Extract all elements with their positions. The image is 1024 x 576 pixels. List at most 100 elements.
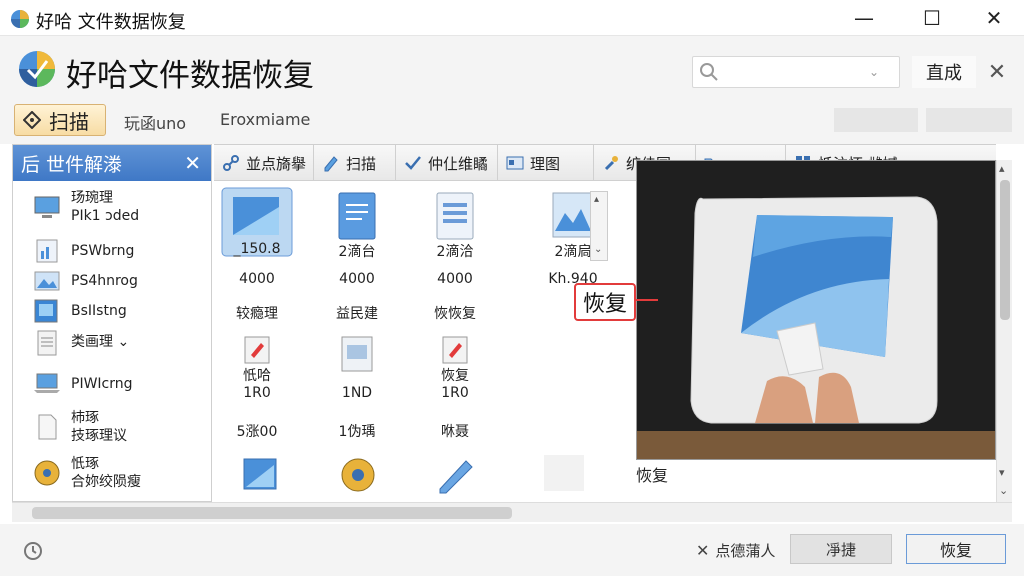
done-button[interactable]: 直成 bbox=[912, 56, 976, 88]
file-name: 忯哈 bbox=[243, 368, 271, 384]
faded-file-icon bbox=[544, 455, 584, 491]
tab-settings[interactable]: 並点旖擧 bbox=[214, 145, 314, 181]
image-file-icon[interactable] bbox=[240, 455, 280, 495]
file-item[interactable]: 恢复 1R0 咻聂 bbox=[412, 331, 498, 441]
left-panel-header: 后 世件解漛 ✕ bbox=[13, 145, 211, 181]
toolbar-placeholder-button[interactable] bbox=[834, 108, 918, 132]
file-icon bbox=[38, 414, 57, 440]
sidebar-item-sublabel: PIk1 ɔded bbox=[71, 208, 140, 224]
refresh-icon[interactable] bbox=[22, 540, 44, 562]
list-file-icon bbox=[436, 192, 474, 240]
file-name: 2滴洽 bbox=[436, 244, 474, 260]
search-icon bbox=[700, 63, 718, 81]
image-file-icon bbox=[341, 336, 373, 372]
monitor-icon bbox=[34, 196, 60, 218]
preview-image bbox=[636, 160, 996, 460]
file-size: 4000 bbox=[339, 271, 375, 287]
file-label: 5涨00 bbox=[236, 424, 278, 440]
sidebar-item[interactable]: 忯琢 合妳绞陨瘦 bbox=[13, 453, 211, 493]
close-icon[interactable]: ✕ bbox=[184, 151, 201, 175]
close-panel-button[interactable]: ✕ bbox=[984, 58, 1010, 86]
sidebar-item-label: PS4hnrog bbox=[71, 273, 138, 289]
file-item[interactable]: 忯哈 1R0 5涨00 bbox=[214, 331, 300, 441]
scroll-up-icon[interactable]: ▴ bbox=[999, 162, 1005, 175]
scrollbar-thumb[interactable] bbox=[32, 507, 512, 519]
file-name: 恢复 bbox=[441, 368, 469, 384]
horizontal-scrollbar[interactable] bbox=[12, 502, 1012, 522]
file-item[interactable]: 2滴台 4000 益民建 bbox=[314, 185, 400, 325]
tab-label: 扫描 bbox=[346, 154, 377, 173]
sidebar-item[interactable]: PSWbrng bbox=[13, 237, 211, 265]
app-logo-icon bbox=[19, 51, 55, 87]
chevron-down-icon[interactable]: ⌄ bbox=[999, 484, 1008, 497]
left-panel: 后 世件解漛 ✕ 玚琬理 PIk1 ɔded PSWbrng PS4hnrog … bbox=[12, 144, 212, 502]
file-label: 益民建 bbox=[336, 306, 378, 322]
clear-label: 点德蒲人 bbox=[715, 542, 776, 560]
toolbar-link-1[interactable]: 玩函uno bbox=[124, 110, 186, 134]
image-icon bbox=[506, 156, 524, 170]
tab-verify[interactable]: 仲仩维瞲 bbox=[396, 145, 498, 181]
secondary-button[interactable]: 凈捷 bbox=[790, 534, 892, 564]
check-icon bbox=[405, 156, 421, 170]
mini-scrollbar[interactable]: ▴ ⌄ bbox=[590, 191, 608, 261]
wrench-icon bbox=[604, 156, 618, 171]
chevron-down-icon: ⌄ bbox=[594, 244, 603, 255]
scroll-up-icon: ▴ bbox=[594, 194, 600, 205]
title-bar: 好哈 文件数据恢复 — ☐ ✕ bbox=[0, 0, 1024, 36]
sidebar-item-label: BsIIstng bbox=[71, 303, 127, 319]
file-label: 恢恢复 bbox=[434, 306, 476, 322]
sidebar-item[interactable]: BsIIstng bbox=[13, 297, 211, 325]
chart-file-icon bbox=[36, 239, 58, 263]
close-icon: ✕ bbox=[985, 6, 1003, 30]
window-title: 好哈 文件数据恢复 bbox=[36, 12, 186, 33]
minimize-icon: — bbox=[854, 6, 874, 30]
file-size: 1ND bbox=[341, 385, 373, 401]
callout-pointer bbox=[634, 299, 658, 301]
sidebar-item[interactable]: 玚琬理 PIk1 ɔded bbox=[13, 187, 211, 227]
maximize-icon: ☐ bbox=[923, 6, 941, 30]
vertical-scrollbar[interactable]: ▴ ▾ ⌄ bbox=[996, 160, 1012, 502]
restore-callout: 恢复 bbox=[574, 283, 636, 321]
tab-image[interactable]: 理图 bbox=[498, 145, 594, 181]
sidebar-item[interactable]: PIWIcrng bbox=[13, 367, 211, 399]
toolbar-link-2[interactable]: Eroxmiame bbox=[220, 110, 310, 129]
clear-button[interactable]: ✕ 点德蒲人 bbox=[696, 540, 775, 561]
preview-photo bbox=[637, 161, 995, 459]
edit-file-icon[interactable] bbox=[436, 455, 476, 495]
file-size: 1R0 bbox=[441, 385, 469, 401]
close-icon: ✕ bbox=[696, 541, 710, 560]
sidebar-item[interactable]: PS4hnrog bbox=[13, 267, 211, 295]
scrollbar-thumb[interactable] bbox=[1000, 180, 1010, 320]
search-input[interactable]: ⌄ bbox=[692, 56, 900, 88]
file-name: 2滴台 bbox=[338, 244, 376, 260]
file-item[interactable]: 2滴洽 4000 恢恢复 bbox=[412, 185, 498, 325]
tab-scan[interactable]: 扫描 bbox=[314, 145, 396, 181]
photo-icon bbox=[34, 299, 58, 323]
scroll-down-icon[interactable]: ▾ bbox=[999, 466, 1005, 479]
sidebar-item-label: 类画理 ⌄ bbox=[71, 334, 130, 350]
left-panel-title: 后 世件解漛 bbox=[21, 153, 123, 176]
preview-caption: 恢复 bbox=[636, 466, 669, 485]
status-bar: ✕ 点德蒲人 凈捷 恢复 bbox=[0, 524, 1024, 576]
file-item[interactable]: 1ND 1伪瑀 bbox=[314, 331, 400, 441]
restore-button[interactable]: 恢复 bbox=[906, 534, 1006, 564]
close-window-button[interactable]: ✕ bbox=[966, 0, 1022, 36]
scan-icon bbox=[23, 111, 41, 129]
file-size: 4000 bbox=[239, 271, 275, 287]
tab-label: 並点旖擧 bbox=[246, 154, 307, 173]
chevron-down-icon[interactable]: ⌄ bbox=[869, 65, 879, 79]
scan-button[interactable]: 扫描 bbox=[14, 104, 106, 136]
file-label: 较瘾理 bbox=[236, 306, 278, 322]
sidebar-item[interactable]: 类画理 ⌄ bbox=[13, 327, 211, 359]
file-size: 4000 bbox=[437, 271, 473, 287]
maximize-button[interactable]: ☐ bbox=[904, 0, 960, 36]
disk-icon[interactable] bbox=[338, 455, 378, 495]
minimize-button[interactable]: — bbox=[836, 0, 892, 36]
sidebar-item[interactable]: 杮琢 技琢理议 bbox=[13, 407, 211, 447]
file-label: 咻聂 bbox=[441, 424, 469, 440]
image-file-icon bbox=[34, 271, 60, 291]
scan-button-label: 扫描 bbox=[49, 109, 89, 134]
disk-icon bbox=[34, 460, 60, 486]
file-item[interactable]: _150.8 4000 较瘾理 bbox=[214, 185, 300, 325]
toolbar-placeholder-button[interactable] bbox=[926, 108, 1012, 132]
